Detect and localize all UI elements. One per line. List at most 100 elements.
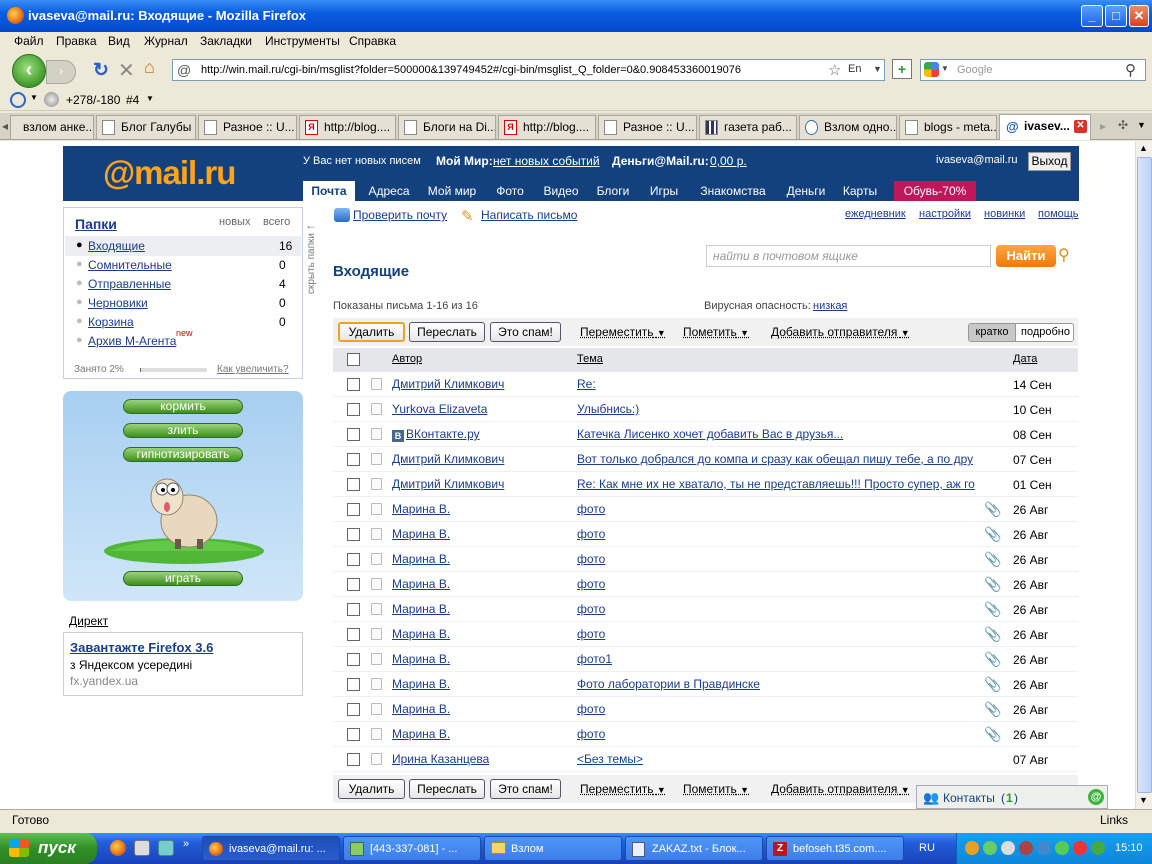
tray-icon-4[interactable] <box>1019 841 1033 855</box>
forward-button[interactable]: Переслать <box>409 322 485 342</box>
forward-arrow-icon[interactable]: › <box>46 60 76 84</box>
url-dropdown-icon[interactable]: ▼ <box>873 64 882 74</box>
tray-icon-6[interactable] <box>1055 841 1069 855</box>
row-author[interactable]: Марина В. <box>392 502 450 516</box>
flag-icon[interactable] <box>371 378 382 390</box>
flag-icon[interactable] <box>371 653 382 665</box>
tab-2[interactable]: Блог Галубы <box>96 115 196 139</box>
row-subject[interactable]: фото <box>577 727 979 741</box>
row-author[interactable]: Дмитрий Климкович <box>392 452 504 466</box>
show-desktop-icon[interactable] <box>158 840 174 856</box>
find-button[interactable]: Найти <box>996 245 1056 267</box>
row-author[interactable]: Марина В. <box>392 702 450 716</box>
spam-button[interactable]: Это спам! <box>490 322 561 342</box>
mailru-logo[interactable]: @mail.ru <box>103 154 236 192</box>
engine-dropdown-icon[interactable]: ▼ <box>941 64 949 73</box>
flag-icon[interactable] <box>371 453 382 465</box>
row-subject[interactable]: Катечка Лисенко хочет добавить Вас в дру… <box>577 427 979 441</box>
col-author[interactable]: Автор <box>392 353 422 365</box>
row-author[interactable]: В ВКонтакте.ру <box>392 427 480 442</box>
link-help[interactable]: помощь <box>1038 208 1079 220</box>
add-sender-dropdown-bottom[interactable]: Добавить отправителя ▼ <box>771 782 910 796</box>
flag-icon[interactable] <box>371 553 382 565</box>
view-full[interactable]: подробно <box>1015 324 1073 341</box>
tab-promo[interactable]: Обувь-70% <box>894 181 976 201</box>
task-filezilla[interactable]: Zbefoseh.t35.com.... <box>766 836 904 861</box>
row-author[interactable]: Дмитрий Климкович <box>392 377 504 391</box>
task-folder[interactable]: Взлом <box>484 836 622 861</box>
row-checkbox[interactable] <box>347 578 360 591</box>
hide-folders-link[interactable]: скрыть папки <box>306 233 317 294</box>
move-dropdown-bottom[interactable]: Переместить ▼ <box>580 782 666 796</box>
mail-search-input[interactable]: найти в почтовом ящике <box>706 245 991 267</box>
direct-label[interactable]: Директ <box>69 614 108 628</box>
folder-item[interactable]: Сомнительные <box>88 258 172 272</box>
firefox-quicklaunch-icon[interactable] <box>110 840 126 856</box>
table-row[interactable]: Дмитрий Климкович Re: Как мне их не хвата… <box>333 472 1078 497</box>
spam-button-bottom[interactable]: Это спам! <box>490 779 561 799</box>
row-subject[interactable]: фото1 <box>577 652 979 666</box>
row-author[interactable]: Марина В. <box>392 527 450 541</box>
row-author[interactable]: Марина В. <box>392 727 450 741</box>
tab-maps[interactable]: Карты <box>838 181 882 201</box>
ad-block[interactable]: Завантажте Firefox 3.6 з Яндексом усеред… <box>63 632 303 696</box>
tab-1[interactable]: взлом анке... <box>10 115 94 139</box>
row-author[interactable]: Марина В. <box>392 627 450 641</box>
delete-button[interactable]: Удалить <box>338 322 405 342</box>
row-subject[interactable]: Re: Как мне их не хватало, ты не предста… <box>577 477 979 491</box>
row-checkbox[interactable] <box>347 503 360 516</box>
feed-button[interactable]: кормить <box>123 399 243 414</box>
table-row[interactable]: Дмитрий Климкович Re: 14 Сен <box>333 372 1078 397</box>
home-icon[interactable]: ⌂ <box>144 57 155 78</box>
tab-11-active[interactable]: @ ivasev... ✕ <box>999 114 1091 140</box>
check-mail-link[interactable]: Проверить почту <box>353 208 447 222</box>
start-button[interactable]: пуск <box>0 833 97 864</box>
search-bar[interactable]: ▼ Google ⚲ <box>920 59 1146 81</box>
tab-close-icon[interactable]: ✕ <box>1074 120 1087 133</box>
write-letter-link[interactable]: Написать письмо <box>481 208 577 222</box>
col-subject[interactable]: Тема <box>577 353 603 365</box>
flag-icon[interactable] <box>371 603 382 615</box>
menu-bookmarks[interactable]: Закладки <box>200 34 252 48</box>
row-author[interactable]: Марина В. <box>392 652 450 666</box>
tray-icon-2[interactable] <box>983 841 997 855</box>
table-row[interactable]: Дмитрий Климкович Вот только добрался до … <box>333 447 1078 472</box>
table-row[interactable]: Марина В. фото 📎 26 Авг <box>333 572 1078 597</box>
tab-contacts[interactable]: Адреса <box>361 181 417 201</box>
maximize-button[interactable]: □ <box>1105 5 1127 27</box>
tab-9[interactable]: Взлом одно... <box>799 115 897 139</box>
title-bar[interactable]: ivaseva@mail.ru: Входящие - Mozilla Fire… <box>0 0 1152 32</box>
tab-myworld[interactable]: Мой мир <box>421 181 483 201</box>
row-checkbox[interactable] <box>347 753 360 766</box>
flag-icon[interactable] <box>371 753 382 765</box>
tab-10[interactable]: blogs - meta... <box>899 115 997 139</box>
row-author[interactable]: Марина В. <box>392 677 450 691</box>
move-dropdown[interactable]: Переместить ▼ <box>580 325 666 339</box>
table-row[interactable]: Yurkova Elizaveta Улыбнись:) 10 Сен <box>333 397 1078 422</box>
tab-mail[interactable]: Почта <box>303 181 355 201</box>
link-diary[interactable]: ежедневник <box>845 208 906 220</box>
row-checkbox[interactable] <box>347 528 360 541</box>
mark-dropdown-bottom[interactable]: Пометить ▼ <box>683 782 749 796</box>
addon-dropdown-icon[interactable]: ▼ <box>30 93 38 102</box>
tab-3[interactable]: Разное :: U... <box>198 115 297 139</box>
row-subject[interactable]: Улыбнись:) <box>577 402 979 416</box>
translate-icon[interactable]: En <box>848 63 861 75</box>
table-row[interactable]: В ВКонтакте.ру Катечка Лисенко хочет добав… <box>333 422 1078 447</box>
table-row[interactable]: Ирина Казанцева <Без темы> 07 Авг <box>333 747 1078 772</box>
flag-icon[interactable] <box>371 678 382 690</box>
col-date[interactable]: Дата <box>1013 353 1037 365</box>
row-subject[interactable]: фото <box>577 602 979 616</box>
menu-edit[interactable]: Правка <box>56 34 97 48</box>
table-row[interactable]: Марина В. фото 📎 26 Авг <box>333 522 1078 547</box>
folder-item[interactable]: Архив М-Агента <box>88 334 176 348</box>
hide-folders-arrow-icon[interactable]: ← <box>305 218 317 232</box>
new-tab-icon[interactable]: ✣ <box>1118 118 1128 132</box>
flag-icon[interactable] <box>371 728 382 740</box>
menu-help[interactable]: Справка <box>349 34 396 48</box>
links-toolbar[interactable]: Links <box>1100 813 1128 827</box>
addon-icon[interactable] <box>10 92 26 108</box>
logout-button[interactable]: Выход <box>1028 152 1071 171</box>
table-row[interactable]: Марина В. фото1 📎 26 Авг <box>333 647 1078 672</box>
flag-icon[interactable] <box>371 478 382 490</box>
